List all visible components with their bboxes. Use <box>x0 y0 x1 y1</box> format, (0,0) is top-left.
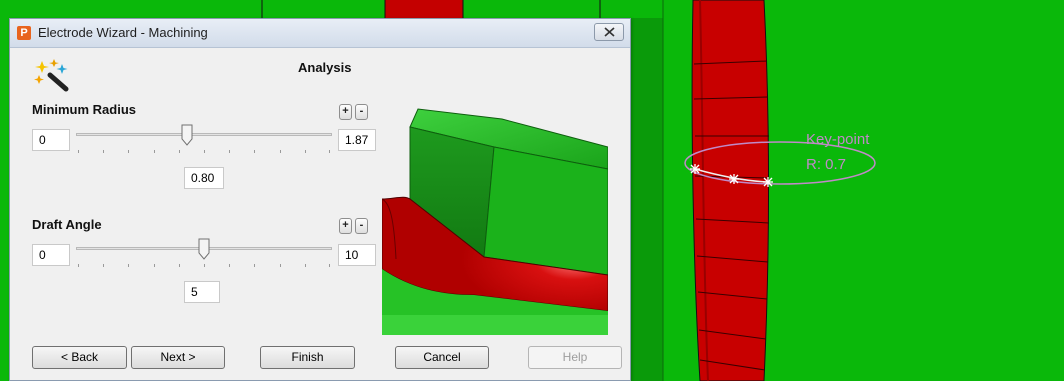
finish-button[interactable]: Finish <box>260 346 355 369</box>
viewport-top-strip <box>0 0 1064 18</box>
analysis-preview-image <box>382 99 608 335</box>
minimum-radius-minus-button[interactable]: - <box>355 104 368 120</box>
electrode-wizard-dialog: P Electrode Wizard - Machining Analysis … <box>9 18 631 381</box>
cancel-button[interactable]: Cancel <box>395 346 489 369</box>
draft-angle-max-field[interactable]: 10 <box>338 244 376 266</box>
draft-angle-minus-button[interactable]: - <box>355 218 368 234</box>
wizard-wand-icon <box>34 59 69 92</box>
draft-angle-slider[interactable] <box>76 238 332 270</box>
draft-angle-label: Draft Angle <box>32 217 102 232</box>
app-icon: P <box>17 26 31 40</box>
minimum-radius-min-field[interactable]: 0 <box>32 129 70 151</box>
model-shadow-strip <box>631 18 663 381</box>
minimum-radius-label: Minimum Radius <box>32 102 137 117</box>
help-button[interactable]: Help <box>528 346 622 369</box>
draft-angle-slider-thumb[interactable] <box>198 238 210 260</box>
draft-angle-value-field[interactable]: 5 <box>184 281 220 303</box>
electrode-top-red-strip <box>385 0 463 18</box>
dialog-titlebar[interactable]: P Electrode Wizard - Machining <box>10 19 630 48</box>
minimum-radius-slider-thumb[interactable] <box>181 124 193 146</box>
minimum-radius-value-field[interactable]: 0.80 <box>184 167 224 189</box>
close-icon <box>604 27 615 37</box>
draft-angle-plus-button[interactable]: + <box>339 218 352 234</box>
dialog-title: Electrode Wizard - Machining <box>38 25 208 40</box>
minimum-radius-slider[interactable] <box>76 124 332 156</box>
back-button[interactable]: < Back <box>32 346 127 369</box>
page-heading: Analysis <box>298 60 352 75</box>
keypoint-label: Key-point <box>806 131 870 148</box>
close-button[interactable] <box>594 23 624 41</box>
minimum-radius-plus-button[interactable]: + <box>339 104 352 120</box>
draft-angle-min-field[interactable]: 0 <box>32 244 70 266</box>
radius-readout-label: R: 0.7 <box>806 156 847 173</box>
minimum-radius-max-field[interactable]: 1.87 <box>338 129 376 151</box>
next-button[interactable]: Next > <box>131 346 225 369</box>
